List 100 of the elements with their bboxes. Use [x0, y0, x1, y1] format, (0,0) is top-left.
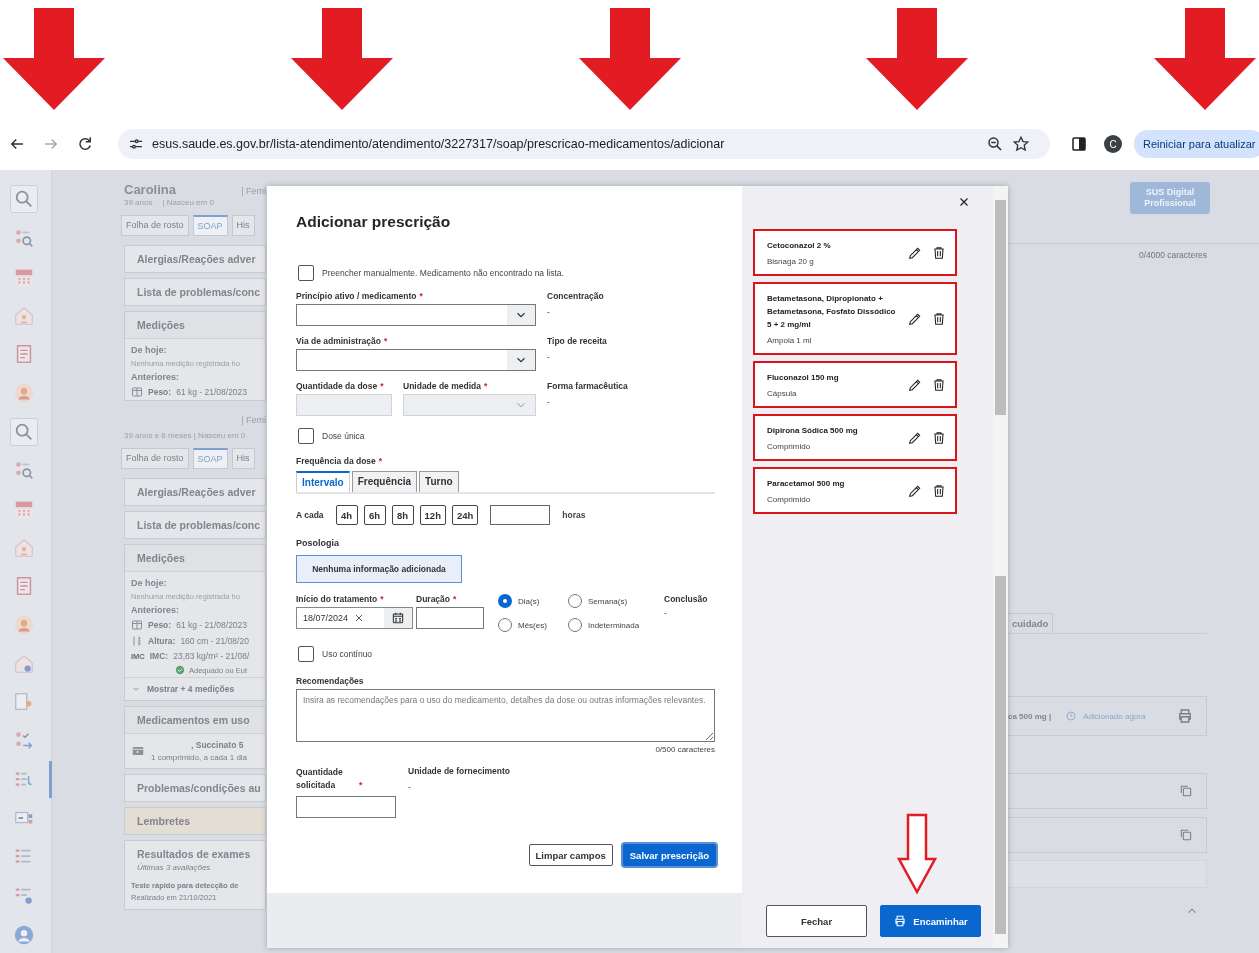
medication-name: Paracetamol 500 mg — [767, 478, 846, 490]
people-search-icon — [13, 459, 35, 482]
input-field[interactable] — [416, 607, 484, 629]
measure-label: Altura: — [148, 636, 176, 646]
bookmark-star-icon[interactable] — [1012, 135, 1030, 153]
tab[interactable]: Folha de rosto — [121, 215, 189, 236]
delete-icon[interactable] — [931, 482, 947, 499]
subheading: De hoje: — [131, 578, 168, 588]
address-bar[interactable]: esus.saude.es.gov.br/lista-atendimento/atendimento/3227317/soap/prescricao-medicamentos/adicionar — [118, 129, 1050, 159]
tab[interactable]: Folha de rosto — [121, 448, 189, 469]
tab[interactable]: Intervalo — [296, 471, 350, 492]
medication-form: Cápsula — [767, 389, 798, 398]
profile-avatar[interactable]: C — [1104, 135, 1122, 153]
checkbox-label: Preencher manualmente. Medicamento não encontrado na lista. — [322, 268, 564, 278]
medication-dose: 1 comprimido, a cada 1 dia — [151, 753, 248, 762]
field-label: Duração — [416, 594, 450, 604]
copy-icon[interactable] — [1178, 783, 1194, 799]
medication-name: Betametasona, Dipropionato + Betametasona, Fosfato Dissódico 5 + 2 mg/ml — [767, 293, 897, 331]
input-field[interactable] — [490, 505, 551, 525]
section-header[interactable]: Medições — [125, 312, 265, 339]
reload-icon[interactable] — [76, 135, 94, 153]
delete-icon[interactable] — [931, 310, 947, 327]
measure-label: Peso: — [148, 387, 172, 397]
measure-label: Peso: — [148, 620, 172, 630]
calendar-icon[interactable] — [391, 611, 405, 625]
delete-icon[interactable] — [931, 429, 947, 446]
checkbox[interactable] — [298, 646, 314, 662]
section-subtitle: Últimas 3 avaliações — [136, 863, 212, 872]
radio-button[interactable] — [568, 594, 582, 608]
select-field[interactable] — [296, 304, 536, 326]
field-label: Concentração — [547, 291, 604, 301]
show-more-link[interactable]: Mostrar + 4 medições — [147, 684, 235, 694]
interval-option[interactable]: 12h — [419, 505, 446, 525]
person-icon — [13, 614, 35, 636]
patient-gender: | Femi — [241, 186, 266, 196]
interval-option[interactable]: 8h — [391, 505, 414, 525]
field-label: Unidade de fornecimento — [408, 766, 510, 776]
field-value: - — [547, 352, 551, 362]
section-header[interactable]: Lista de problemas/conc — [124, 278, 266, 306]
checkbox[interactable] — [298, 265, 314, 281]
close-button[interactable]: Fechar — [766, 905, 867, 937]
section-header[interactable]: Problemas/condições au — [124, 774, 266, 802]
checkbox[interactable] — [298, 428, 314, 444]
tab[interactable]: SOAP — [192, 215, 228, 236]
section-header[interactable]: Lembretes — [124, 807, 266, 835]
tab[interactable]: His — [231, 448, 255, 469]
section-header[interactable]: Alergias/Reações adver — [124, 478, 266, 506]
radio-button[interactable] — [568, 618, 582, 632]
required-mark: * — [419, 291, 423, 301]
check-circle-icon — [175, 665, 185, 675]
clear-button[interactable]: Limpar campos — [528, 844, 613, 866]
field-label: Princípio ativo / medicamento — [296, 291, 417, 301]
field-value: - — [547, 397, 551, 407]
zoom-icon[interactable] — [986, 135, 1004, 153]
measure-value: 23,83 kg/m² - 21/08/ — [173, 651, 250, 661]
interval-option[interactable]: 24h — [451, 505, 479, 525]
unit-label: horas — [562, 510, 586, 520]
patient-gender: | Femi — [241, 415, 266, 425]
date-field[interactable]: 18/07/2024 — [296, 607, 413, 629]
field-label: Frequência da dose — [296, 456, 376, 466]
update-button[interactable]: Reiniciar para atualizar — [1134, 130, 1259, 158]
forward-button[interactable]: Encaminhar — [880, 905, 981, 937]
printer-icon[interactable] — [1176, 707, 1194, 725]
printer-icon — [893, 914, 908, 928]
avatar-icon — [13, 923, 35, 946]
interval-option[interactable]: 6h — [363, 505, 386, 525]
patient-name: Carolina — [124, 182, 176, 197]
scrollbar[interactable] — [993, 186, 1008, 948]
character-counter: 0/500 caracteres — [654, 745, 715, 754]
section-header[interactable]: Medicamentos em uso — [125, 707, 265, 734]
delete-icon[interactable] — [931, 244, 947, 261]
required-mark: * — [380, 381, 384, 391]
field-label: Quantidade da dose — [296, 381, 378, 391]
side-panel-icon[interactable] — [1070, 135, 1088, 153]
house-gear-icon — [13, 652, 35, 675]
radio-button[interactable] — [498, 618, 512, 632]
sus-digital-button[interactable]: SUS Digital Profissional — [1130, 182, 1210, 214]
select-field[interactable] — [296, 349, 536, 371]
section-header[interactable]: Lista de problemas/conc — [124, 511, 266, 539]
tab[interactable]: Turno — [419, 471, 459, 492]
ruler-icon — [131, 635, 143, 647]
section-header[interactable]: Resultados de exames — [131, 848, 259, 860]
input-field[interactable] — [296, 796, 396, 818]
text-area[interactable]: Insira as recomendações para o uso do medicamento, detalhes da dose ou outras informações relevantes. — [296, 689, 715, 742]
interval-option[interactable]: 4h — [335, 505, 358, 525]
copy-icon[interactable] — [1178, 827, 1194, 843]
field-label: Forma farmacêutica — [547, 381, 628, 391]
tab[interactable]: His — [231, 215, 255, 236]
section-header[interactable]: Alergias/Reações adver — [124, 245, 266, 273]
posology-box[interactable]: Nenhuma informação adicionada — [296, 555, 462, 583]
house-icon — [13, 536, 35, 559]
dialog-title: Adicionar prescrição — [296, 213, 452, 231]
tab[interactable]: Frequência — [351, 471, 418, 492]
section-header[interactable]: Medições — [125, 545, 265, 572]
delete-icon[interactable] — [931, 376, 947, 393]
tab[interactable]: SOAP — [192, 448, 228, 469]
clock-icon — [1065, 710, 1078, 722]
radio-button[interactable] — [498, 594, 512, 608]
save-button[interactable]: Salvar prescrição — [622, 844, 716, 866]
radio-label: Dia(s) — [518, 596, 540, 606]
